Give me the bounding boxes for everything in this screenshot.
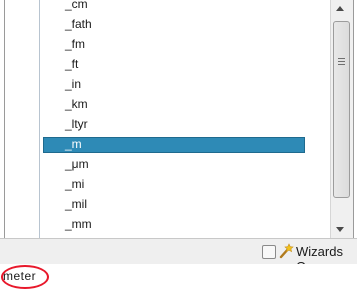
scrollbar-thumb[interactable]	[333, 21, 350, 198]
unit-list[interactable]: _cm _fath _fm _ft _in _km _ltyr _m _μm _…	[4, 0, 354, 239]
scroll-down-arrow-icon[interactable]	[336, 227, 344, 232]
list-item-mil[interactable]: _mil	[5, 194, 329, 214]
list-item-fm[interactable]: _fm	[5, 34, 329, 54]
list-item-cm[interactable]: _cm	[5, 0, 329, 14]
wand-icon	[278, 243, 294, 259]
unit-list-items: _cm _fath _fm _ft _in _km _ltyr _m _μm _…	[5, 0, 329, 234]
list-item-ft[interactable]: _ft	[5, 54, 329, 74]
unit-picker-panel: _cm _fath _fm _ft _in _km _ltyr _m _μm _…	[0, 0, 357, 296]
bottom-toolbar: Wizards On	[0, 238, 357, 274]
scroll-up-arrow-icon[interactable]	[336, 6, 344, 11]
selection-highlight	[43, 137, 305, 153]
list-item-ltyr[interactable]: _ltyr	[5, 114, 329, 134]
list-item-label: _m	[65, 137, 82, 151]
list-item-label: _km	[65, 97, 88, 111]
list-item-label: _in	[65, 77, 82, 91]
list-item-fath[interactable]: _fath	[5, 14, 329, 34]
list-item-mi[interactable]: _mi	[5, 174, 329, 194]
list-item-mm[interactable]: _mm	[5, 214, 329, 234]
red-highlight-circle	[1, 265, 49, 289]
list-item-label: _fath	[65, 17, 92, 31]
list-item-label: _fm	[65, 37, 86, 51]
list-item-in[interactable]: _in	[5, 74, 329, 94]
wizards-on-checkbox[interactable]	[262, 245, 276, 259]
unit-description-bar: meter	[0, 264, 357, 296]
list-item-um[interactable]: _μm	[5, 154, 329, 174]
list-item-label: _ft	[65, 57, 79, 71]
grip-line	[338, 61, 345, 62]
list-item-label: _μm	[65, 157, 89, 171]
list-item-km[interactable]: _km	[5, 94, 329, 114]
grip-line	[338, 58, 345, 59]
list-item-label: _mm	[65, 217, 92, 231]
list-item-m-selected[interactable]: _m	[5, 134, 329, 154]
list-item-label: _cm	[65, 0, 88, 11]
grip-line	[338, 64, 345, 65]
list-item-label: _ltyr	[65, 117, 88, 131]
list-item-label: _mil	[65, 197, 88, 211]
list-item-label: _mi	[65, 177, 85, 191]
vertical-scrollbar[interactable]	[330, 0, 353, 238]
